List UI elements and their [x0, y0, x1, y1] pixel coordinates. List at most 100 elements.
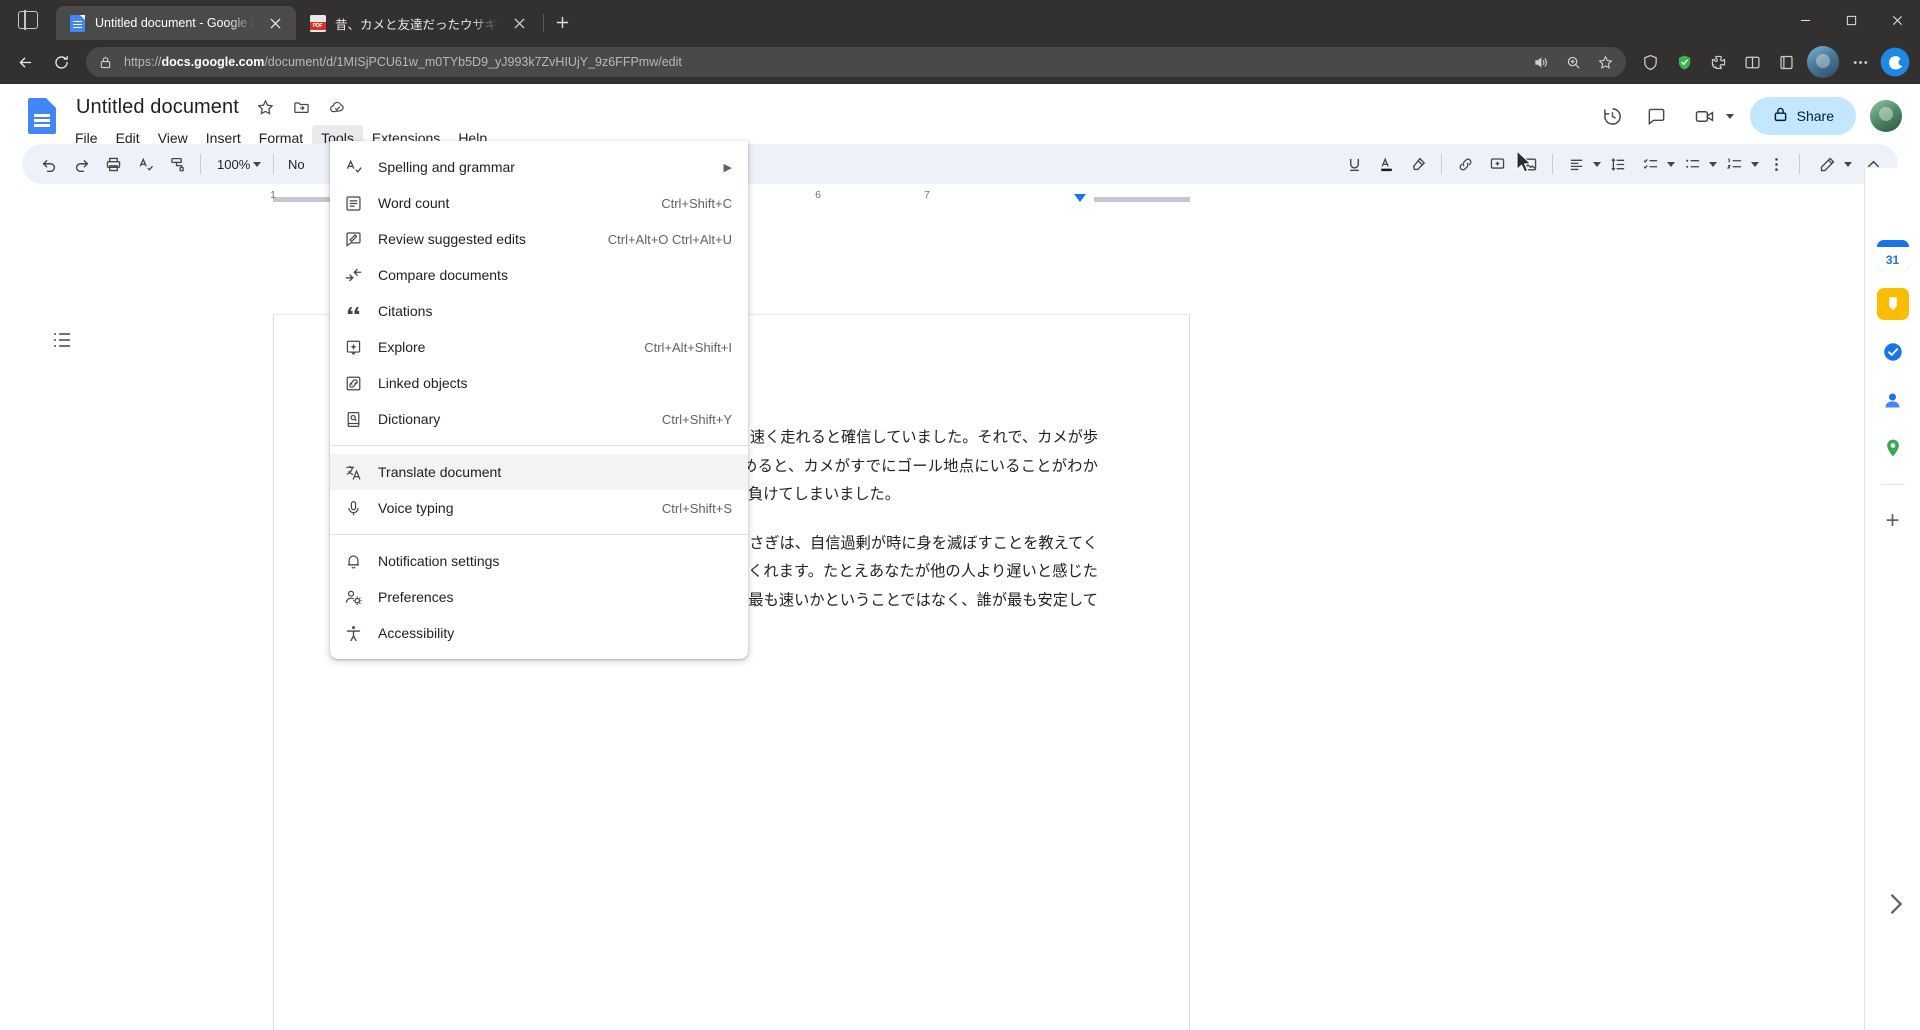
- google-docs-logo-icon[interactable]: [22, 96, 62, 136]
- menu-item-shortcut: Ctrl+Alt+O Ctrl+Alt+U: [607, 231, 732, 247]
- back-button[interactable]: [8, 45, 42, 79]
- meet-button[interactable]: [1681, 97, 1738, 135]
- security-badge-icon[interactable]: [1668, 46, 1700, 78]
- tab-close-button[interactable]: [264, 12, 286, 34]
- menu-item-label: Explore: [378, 339, 426, 355]
- browser-toolbar: https://docs.google.com/document/d/1MISj…: [0, 40, 1920, 84]
- share-button[interactable]: Share: [1749, 97, 1856, 135]
- share-button-label: Share: [1796, 108, 1834, 124]
- move-to-folder-icon[interactable]: [289, 94, 315, 120]
- citations-icon: [344, 302, 378, 321]
- maps-icon[interactable]: [1877, 432, 1909, 464]
- comment-history-icon[interactable]: [1637, 96, 1677, 136]
- add-app-button[interactable]: +: [1877, 505, 1909, 537]
- extensions-icon[interactable]: [1702, 46, 1734, 78]
- menu-item-label: Spelling and grammar: [378, 159, 515, 175]
- underline-icon[interactable]: [1339, 149, 1369, 179]
- editing-mode-button[interactable]: [1808, 149, 1856, 179]
- menu-item-notification-settings[interactable]: Notification settings: [330, 543, 748, 579]
- highlight-color-icon[interactable]: [1403, 149, 1433, 179]
- saved-to-drive-icon[interactable]: [325, 94, 351, 120]
- chevron-down-icon[interactable]: [1751, 161, 1759, 167]
- ruler[interactable]: 1 2 3 4 5 6 7: [0, 189, 1920, 210]
- tab-close-button[interactable]: [508, 12, 530, 34]
- google-docs-app: Untitled document File Edit View Insert …: [0, 84, 1920, 1030]
- maximize-button[interactable]: [1828, 0, 1874, 40]
- menu-item-label: Accessibility: [378, 625, 455, 641]
- word-count-icon: [344, 194, 378, 213]
- collections-icon[interactable]: [1770, 46, 1802, 78]
- tasks-icon[interactable]: [1877, 336, 1909, 368]
- print-icon[interactable]: [98, 149, 128, 179]
- more-settings-icon[interactable]: [1844, 46, 1876, 78]
- new-tab-button[interactable]: [547, 7, 577, 37]
- menu-item-dictionary[interactable]: Dictionary Ctrl+Shift+Y: [330, 401, 748, 437]
- calendar-icon[interactable]: 31: [1876, 240, 1909, 272]
- numbered-list-icon[interactable]: [1719, 149, 1749, 179]
- star-icon[interactable]: [253, 94, 279, 120]
- menu-item-accessibility[interactable]: Accessibility: [330, 615, 748, 651]
- menu-item-shortcut: Ctrl+Shift+S: [661, 500, 732, 516]
- contacts-icon[interactable]: [1877, 384, 1909, 416]
- browser-tab-1[interactable]: PDF 昔、カメと友達だったウサギがいました: [296, 6, 540, 40]
- menu-item-label: Dictionary: [378, 411, 441, 427]
- undo-icon[interactable]: [34, 149, 64, 179]
- document-outline-icon[interactable]: [44, 322, 80, 358]
- zoom-level-value: 100%: [217, 156, 251, 172]
- menu-item-linked-objects[interactable]: Linked objects: [330, 365, 748, 401]
- align-icon[interactable]: [1561, 149, 1591, 179]
- tab-actions-menu-button[interactable]: [0, 0, 56, 40]
- menu-item-compare-documents[interactable]: Compare documents: [330, 257, 748, 293]
- menu-item-voice-typing[interactable]: Voice typing Ctrl+Shift+S: [330, 490, 748, 526]
- paint-format-icon[interactable]: [162, 149, 192, 179]
- menu-item-label: Voice typing: [378, 500, 454, 516]
- menu-item-review-suggested-edits[interactable]: Review suggested edits Ctrl+Alt+O Ctrl+A…: [330, 221, 748, 257]
- keep-icon[interactable]: [1876, 288, 1909, 320]
- menu-item-explore[interactable]: Explore Ctrl+Alt+Shift+I: [330, 329, 748, 365]
- expand-panel-icon[interactable]: [1882, 890, 1910, 918]
- document-title[interactable]: Untitled document: [72, 94, 243, 121]
- line-spacing-icon[interactable]: [1603, 149, 1633, 179]
- right-indent-marker[interactable]: [1074, 194, 1086, 202]
- menu-item-word-count[interactable]: Word count Ctrl+Shift+C: [330, 185, 748, 221]
- split-screen-icon[interactable]: [1736, 46, 1768, 78]
- preferences-icon: [344, 588, 378, 607]
- docs-header: Untitled document File Edit View Insert …: [0, 84, 1920, 151]
- add-comment-icon[interactable]: [1482, 149, 1512, 179]
- spellcheck-icon[interactable]: [130, 149, 160, 179]
- shield-icon[interactable]: [1634, 46, 1666, 78]
- read-aloud-icon[interactable]: [1528, 49, 1554, 75]
- close-window-button[interactable]: [1874, 0, 1920, 40]
- chevron-down-icon[interactable]: [1667, 161, 1675, 167]
- minimize-button[interactable]: [1782, 0, 1828, 40]
- menu-item-citations[interactable]: Citations: [330, 293, 748, 329]
- menu-item-label: Compare documents: [378, 267, 508, 283]
- chevron-down-icon[interactable]: [1709, 161, 1717, 167]
- zoom-icon[interactable]: [1560, 49, 1586, 75]
- redo-icon[interactable]: [66, 149, 96, 179]
- mouse-cursor: [1516, 149, 1534, 181]
- address-bar[interactable]: https://docs.google.com/document/d/1MISj…: [86, 47, 1626, 77]
- paragraph-style-select[interactable]: No: [282, 157, 311, 172]
- checklist-icon[interactable]: [1635, 149, 1665, 179]
- reload-button[interactable]: [44, 45, 78, 79]
- text-color-icon[interactable]: [1371, 149, 1401, 179]
- profile-avatar[interactable]: [1807, 46, 1839, 78]
- menu-item-translate-document[interactable]: Translate document: [330, 454, 748, 490]
- insert-link-icon[interactable]: [1450, 149, 1480, 179]
- user-avatar[interactable]: [1870, 100, 1902, 132]
- menu-item-preferences[interactable]: Preferences: [330, 579, 748, 615]
- chevron-down-icon: [253, 161, 261, 167]
- pencil-icon: [1812, 149, 1842, 179]
- menu-item-shortcut: Ctrl+Shift+C: [661, 195, 732, 211]
- copilot-icon[interactable]: [1878, 45, 1912, 79]
- chevron-down-icon[interactable]: [1593, 161, 1601, 167]
- browser-tab-0[interactable]: Untitled document - Google Doc: [56, 6, 296, 40]
- favorite-star-icon[interactable]: [1592, 49, 1618, 75]
- menu-item-spelling-and-grammar[interactable]: Spelling and grammar ▶: [330, 149, 748, 185]
- lock-icon: [1772, 106, 1789, 126]
- version-history-icon[interactable]: [1593, 96, 1633, 136]
- zoom-control[interactable]: 100%: [209, 157, 265, 172]
- bulleted-list-icon[interactable]: [1677, 149, 1707, 179]
- more-options-icon[interactable]: [1761, 149, 1791, 179]
